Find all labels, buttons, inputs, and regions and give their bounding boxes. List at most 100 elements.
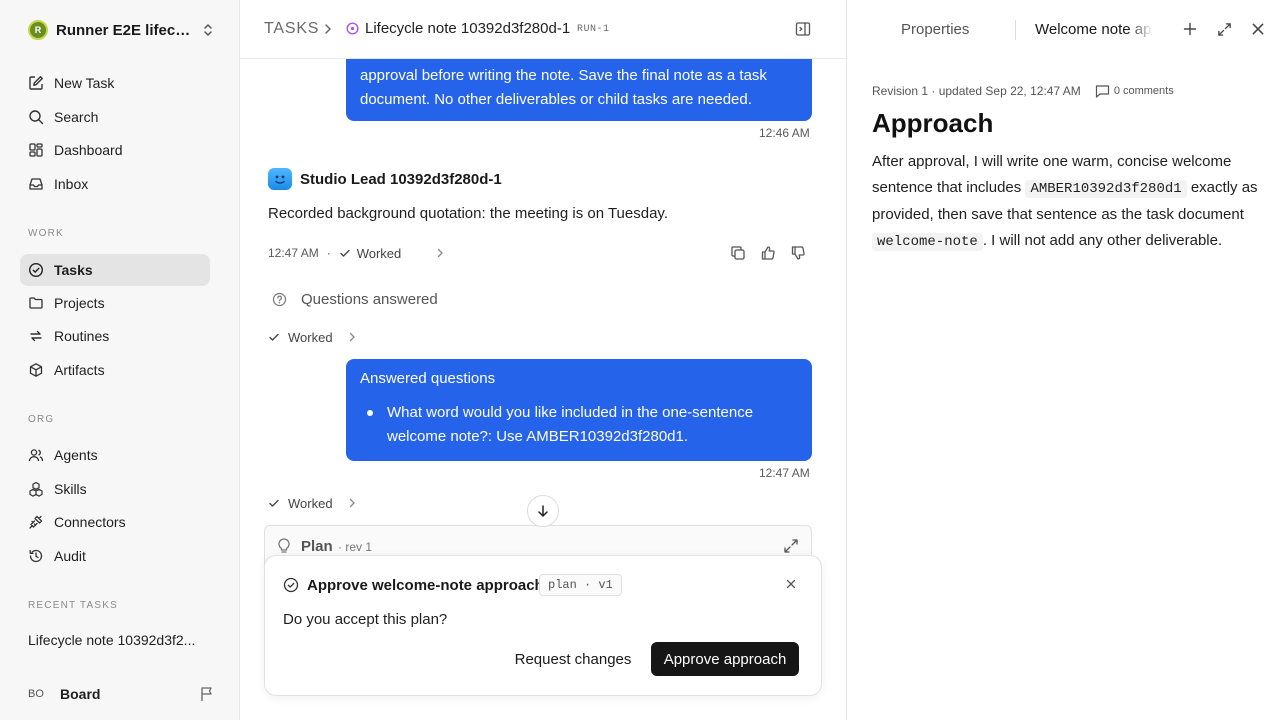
- request-changes-button[interactable]: Request changes: [503, 642, 643, 676]
- section-label-work: WORK: [28, 228, 64, 239]
- plan-version-badge: plan · v1: [539, 574, 622, 596]
- agent-message: Recorded background quotation: the meeti…: [268, 205, 668, 222]
- cube-icon: [29, 363, 43, 377]
- nav-routines[interactable]: Routines: [20, 320, 210, 352]
- message-timestamp: 12:47 AM: [268, 246, 319, 260]
- document-body: After approval, I will write one warm, c…: [872, 153, 1258, 251]
- worked-row[interactable]: Worked: [268, 495, 357, 511]
- answered-questions-bubble: Answered questions What word would you l…: [346, 359, 812, 461]
- nav-tasks[interactable]: Tasks: [20, 254, 210, 286]
- document-panel: Properties Welcome note approach Revisio…: [846, 0, 1280, 720]
- page-title: Lifecycle note 10392d3f280d-1: [365, 20, 571, 37]
- worked-row[interactable]: Worked: [268, 329, 357, 345]
- scroll-to-bottom-button[interactable]: [527, 495, 559, 527]
- breadcrumb-tasks[interactable]: TASKS: [264, 20, 319, 38]
- worked-label: Worked: [288, 495, 333, 511]
- comments-link[interactable]: 0 comments: [1095, 84, 1174, 98]
- boxes-icon: [29, 481, 43, 497]
- chevron-up-down-icon: [204, 24, 212, 36]
- board-switcher[interactable]: BO Board: [28, 683, 214, 705]
- message-actions: [730, 245, 806, 261]
- nav-inbox[interactable]: Inbox: [20, 168, 210, 200]
- avatar: BO: [28, 688, 44, 700]
- expand-icon[interactable]: [1217, 22, 1232, 37]
- approval-title: Approve welcome-note approach: [307, 577, 544, 594]
- lightbulb-icon: [278, 538, 290, 553]
- task-header: TASKS Lifecycle note 10392d3f280d-1 RUN-…: [240, 0, 846, 59]
- agent-header: Studio Lead 10392d3f280d-1: [268, 168, 502, 190]
- plan-label: Plan: [301, 538, 333, 555]
- inbox-icon: [29, 178, 43, 190]
- task-conversation: TASKS Lifecycle note 10392d3f280d-1 RUN-…: [240, 0, 846, 720]
- plug-icon: [29, 515, 43, 529]
- tab-properties[interactable]: Properties: [901, 21, 969, 38]
- approve-approach-button[interactable]: Approve approach: [651, 642, 799, 676]
- panel-toggle-icon[interactable]: [795, 21, 811, 37]
- agent-avatar: [268, 168, 292, 190]
- panel-tabs: Properties Welcome note approach: [847, 0, 1280, 59]
- agent-name: Studio Lead 10392d3f280d-1: [300, 170, 502, 188]
- arrow-down-icon: [538, 505, 548, 517]
- check-icon: [269, 499, 279, 507]
- tasks-icon: [28, 262, 44, 278]
- nav-new-task[interactable]: New Task: [20, 67, 210, 99]
- dashboard-icon: [29, 143, 43, 157]
- agent-message-meta: 12:47 AM · Worked: [268, 245, 445, 261]
- chevron-right-icon: [349, 498, 355, 508]
- close-icon[interactable]: [1251, 22, 1265, 36]
- board-label: Board: [60, 686, 101, 702]
- flag-icon[interactable]: [200, 686, 214, 702]
- questions-answered-row: Questions answered: [272, 291, 438, 308]
- approval-card: Approve welcome-note approach plan · v1 …: [264, 555, 822, 696]
- copy-icon[interactable]: [730, 245, 746, 261]
- nav-search[interactable]: Search: [20, 101, 210, 133]
- tab-document[interactable]: Welcome note approach: [1035, 21, 1153, 38]
- nav-audit[interactable]: Audit: [20, 540, 210, 572]
- message-timestamp: 12:47 AM: [759, 466, 810, 480]
- workspace-logo: R: [28, 20, 48, 40]
- history-icon: [29, 549, 43, 563]
- check-icon: [269, 333, 279, 341]
- inline-code: AMBER10392d3f280d1: [1025, 179, 1187, 198]
- check-circle-icon: [283, 577, 299, 593]
- nav-dashboard[interactable]: Dashboard: [20, 134, 210, 166]
- worked-label[interactable]: Worked: [357, 246, 402, 261]
- answered-question-item: What word would you like included in the…: [360, 401, 798, 449]
- nav-artifacts[interactable]: Artifacts: [20, 354, 210, 386]
- folder-icon: [29, 297, 43, 309]
- document-heading: Approach: [872, 108, 994, 138]
- close-icon[interactable]: [785, 578, 797, 590]
- new-task-icon: [29, 76, 43, 90]
- chevron-right-icon[interactable]: [435, 247, 445, 259]
- check-icon: [340, 249, 350, 257]
- nav-projects[interactable]: Projects: [20, 287, 210, 319]
- status-in-progress-icon: [346, 22, 359, 35]
- workspace-name: Runner E2E lifecycle: [56, 21, 192, 39]
- chevron-right-icon: [349, 332, 355, 342]
- approval-question: Do you accept this plan?: [283, 611, 448, 628]
- revision-info: Revision 1 · updated Sep 22, 12:47 AM 0 …: [872, 84, 1174, 98]
- nav-connectors[interactable]: Connectors: [20, 506, 210, 538]
- workspace-switcher[interactable]: R Runner E2E lifecycle: [28, 19, 214, 41]
- search-icon: [29, 110, 44, 125]
- chevron-right-icon: [325, 24, 331, 34]
- plan-revision: · rev 1: [338, 540, 373, 554]
- tab-divider: [1015, 20, 1016, 40]
- expand-icon[interactable]: [783, 538, 799, 554]
- users-icon: [28, 449, 44, 462]
- comment-icon: [1095, 85, 1109, 98]
- section-label-org: ORG: [28, 414, 55, 425]
- help-circle-icon: [272, 292, 287, 307]
- revision-label: Revision 1 · updated Sep 22, 12:47 AM: [872, 84, 1081, 98]
- run-badge: RUN-1: [577, 24, 610, 35]
- message-timestamp: 12:46 AM: [759, 126, 810, 140]
- recent-task-item[interactable]: Lifecycle note 10392d3f2...: [28, 632, 195, 648]
- thumbs-down-icon[interactable]: [790, 245, 806, 261]
- sidebar: R Runner E2E lifecycle New Task Search D…: [0, 0, 240, 720]
- inline-code: welcome-note: [872, 232, 983, 251]
- plus-icon[interactable]: [1183, 22, 1197, 36]
- nav-skills[interactable]: Skills: [20, 473, 210, 505]
- thumbs-up-icon[interactable]: [760, 245, 776, 261]
- worked-label: Worked: [288, 329, 333, 345]
- nav-agents[interactable]: Agents: [20, 439, 210, 471]
